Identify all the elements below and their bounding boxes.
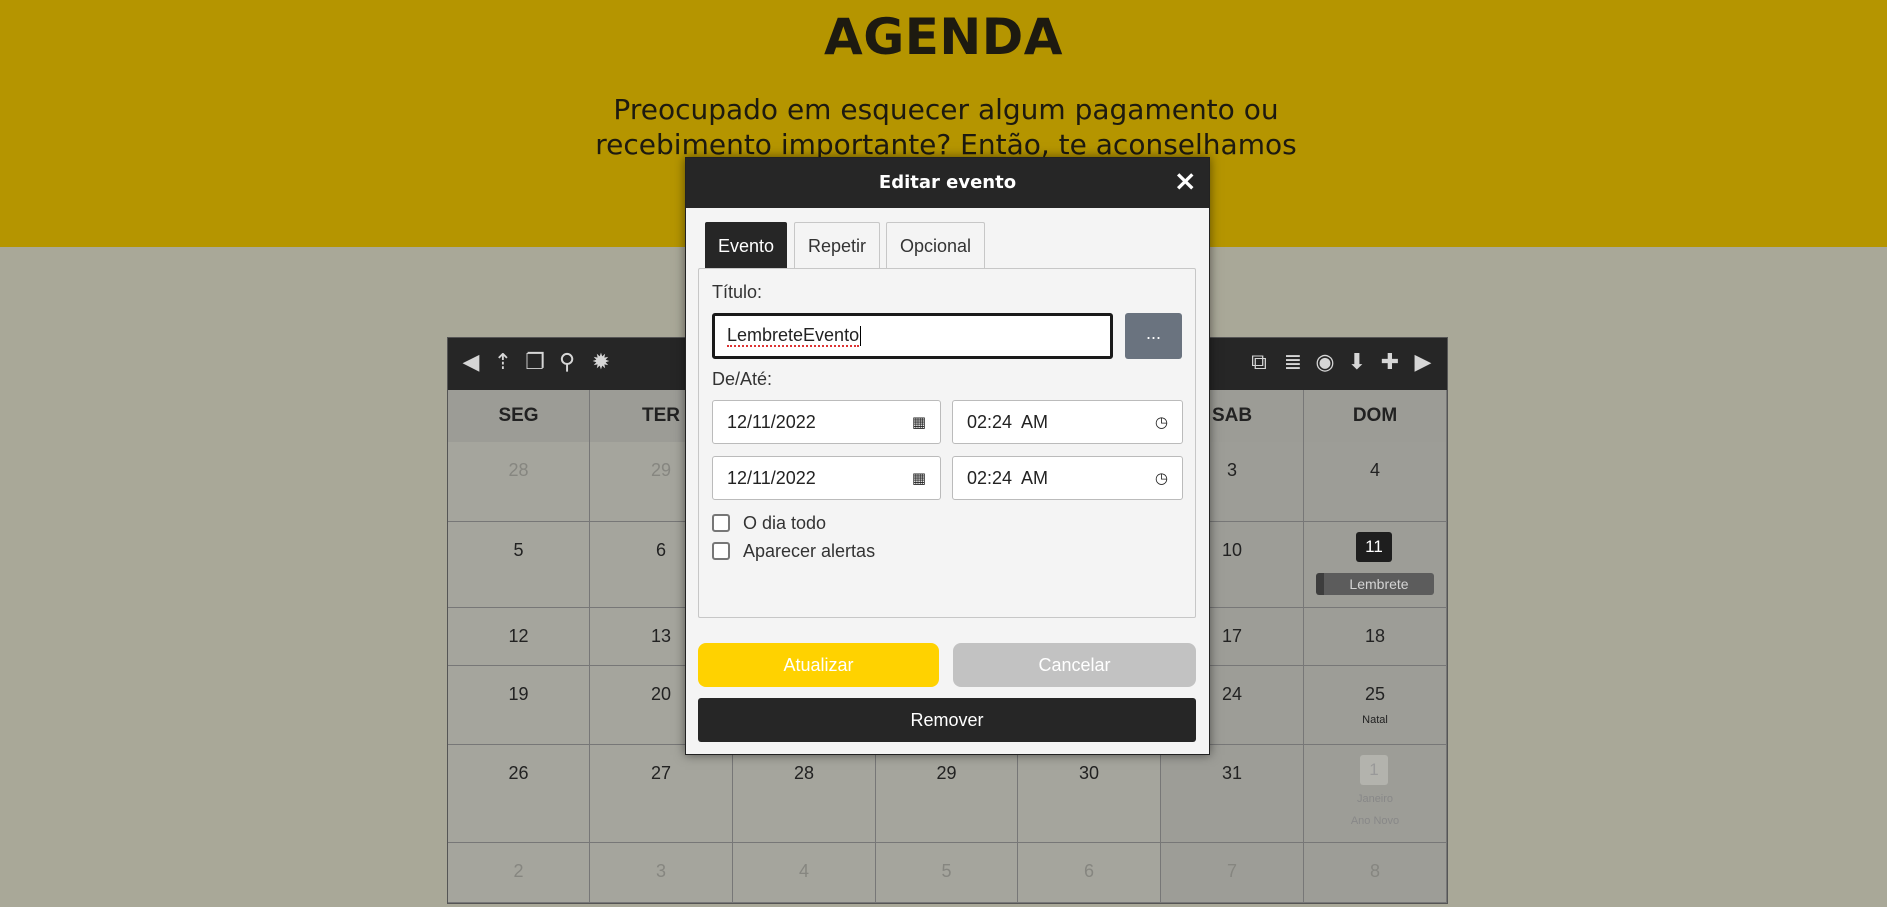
update-button[interactable]: Atualizar bbox=[698, 643, 939, 687]
end-date-value: 12/11/2022 bbox=[727, 468, 816, 488]
remove-button[interactable]: Remover bbox=[698, 698, 1196, 742]
alerts-label: Aparecer alertas bbox=[743, 541, 876, 561]
all-day-checkbox[interactable] bbox=[712, 514, 730, 532]
calendar-icon[interactable]: ▦ bbox=[912, 401, 926, 443]
dialog-header: Editar evento × bbox=[686, 158, 1209, 208]
dialog-title: Editar evento bbox=[878, 172, 1017, 193]
start-time-input[interactable]: 02:24 AM ◷ bbox=[952, 400, 1183, 444]
end-time-input[interactable]: 02:24 AM ◷ bbox=[952, 456, 1183, 500]
end-time-value: 02:24 AM bbox=[967, 468, 1049, 488]
all-day-label: O dia todo bbox=[743, 513, 827, 533]
edit-event-dialog: Editar evento × Evento Repetir Opcional … bbox=[685, 157, 1210, 755]
tab-evento[interactable]: Evento bbox=[705, 222, 787, 268]
title-input-value: LembreteEvento bbox=[727, 325, 860, 347]
clock-icon[interactable]: ◷ bbox=[1155, 401, 1168, 443]
start-date-value: 12/11/2022 bbox=[727, 412, 816, 432]
tab-repetir[interactable]: Repetir bbox=[794, 222, 880, 268]
modal-overlay: Editar evento × Evento Repetir Opcional … bbox=[0, 0, 1887, 907]
text-caret bbox=[860, 326, 862, 347]
start-date-input[interactable]: 12/11/2022 ▦ bbox=[712, 400, 941, 444]
cancel-button[interactable]: Cancelar bbox=[953, 643, 1196, 687]
calendar-icon[interactable]: ▦ bbox=[912, 457, 926, 499]
title-input[interactable]: LembreteEvento bbox=[712, 313, 1113, 359]
more-options-button[interactable]: ... bbox=[1125, 313, 1182, 359]
range-label: De/Até: bbox=[712, 369, 773, 389]
clock-icon[interactable]: ◷ bbox=[1155, 457, 1168, 499]
tab-opcional[interactable]: Opcional bbox=[886, 222, 985, 268]
close-icon[interactable]: × bbox=[1174, 164, 1197, 197]
title-label: Título: bbox=[712, 282, 763, 302]
end-date-input[interactable]: 12/11/2022 ▦ bbox=[712, 456, 941, 500]
alerts-checkbox[interactable] bbox=[712, 542, 730, 560]
start-time-value: 02:24 AM bbox=[967, 412, 1049, 432]
